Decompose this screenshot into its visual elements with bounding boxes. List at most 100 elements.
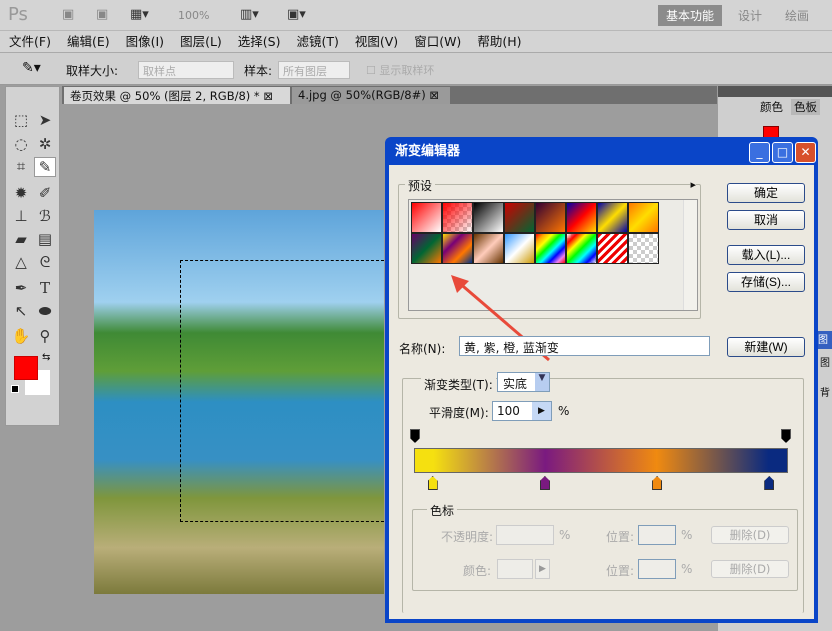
close-icon[interactable]: ⊠ <box>263 89 273 103</box>
menu-select[interactable]: 选择(S) <box>238 34 281 49</box>
gradient-preset-swatch[interactable] <box>535 233 566 264</box>
swap-colors-icon[interactable]: ⇆ <box>42 352 50 363</box>
layer-row[interactable]: 图 <box>820 354 830 369</box>
eraser-tool-icon[interactable]: ▰ <box>10 230 32 250</box>
lasso-tool-icon[interactable]: ◌ <box>10 135 32 155</box>
color-location-input[interactable] <box>638 559 676 579</box>
menu-edit[interactable]: 编辑(E) <box>67 34 110 49</box>
smoothness-label: 平滑度(M): <box>429 406 489 420</box>
gradient-preset-swatch[interactable] <box>411 202 442 233</box>
move-tool-icon[interactable]: ➤ <box>34 111 56 131</box>
workspace-design[interactable]: 设计 <box>738 7 762 24</box>
foreground-color-swatch[interactable] <box>14 356 38 380</box>
gradient-preset-swatch[interactable] <box>442 233 473 264</box>
minimize-icon[interactable]: _ <box>749 142 770 163</box>
cancel-button[interactable]: 取消 <box>727 210 805 230</box>
menu-file[interactable]: 文件(F) <box>9 34 51 49</box>
sample-select[interactable]: 所有图层 <box>278 61 350 79</box>
gradient-tool-icon[interactable]: ▤ <box>34 230 56 250</box>
stamp-tool-icon[interactable]: ⊥ <box>10 207 32 227</box>
load-button[interactable]: 载入(L)... <box>727 245 805 265</box>
gradient-preset-swatch[interactable] <box>566 233 597 264</box>
presets-menu-icon[interactable]: ▸ <box>690 178 696 191</box>
gradient-preset-swatch[interactable] <box>597 202 628 233</box>
gradient-preset-swatch[interactable] <box>504 233 535 264</box>
show-sampling-ring-checkbox[interactable]: ☐ 显示取样环 <box>366 62 434 78</box>
chevron-down-icon[interactable]: ▼ <box>535 373 549 391</box>
save-button[interactable]: 存储(S)... <box>727 272 805 292</box>
brush-tool-icon[interactable]: ✐ <box>34 184 56 204</box>
marquee-tool-icon[interactable]: ⬚ <box>10 111 32 131</box>
gradient-preset-swatch[interactable] <box>597 233 628 264</box>
tab-document-1[interactable]: 卷页效果 @ 50% (图层 2, RGB/8) * ⊠ <box>64 87 290 104</box>
layer-row-selected[interactable]: 图 <box>818 331 832 349</box>
opacity-input[interactable] <box>496 525 554 545</box>
color-location-percent: % <box>681 562 693 576</box>
minibridge-icon[interactable]: ▣ <box>96 7 108 22</box>
gradient-preset-swatch[interactable] <box>566 202 597 233</box>
workspace-essentials[interactable]: 基本功能 <box>658 5 723 26</box>
gradient-preset-swatch[interactable] <box>535 202 566 233</box>
pen-tool-icon[interactable]: ✒ <box>10 279 32 299</box>
tab-swatches[interactable]: 色板 <box>791 99 820 115</box>
gradient-preset-swatch[interactable] <box>473 202 504 233</box>
close-icon[interactable]: ⊠ <box>429 88 439 102</box>
close-dialog-icon[interactable]: ✕ <box>795 142 816 163</box>
layer-row-background[interactable]: 背 <box>820 384 830 399</box>
stop-color-arrow-icon[interactable]: ▶ <box>535 559 550 579</box>
stop-color-swatch[interactable] <box>497 559 533 579</box>
sample-size-value: 取样点 <box>143 65 176 78</box>
eyedropper-preset-icon[interactable]: ✎▾ <box>22 60 41 76</box>
view-extras-icon[interactable]: ▦▾ <box>130 7 149 22</box>
arrange-documents-icon[interactable]: ▥▾ <box>240 7 259 22</box>
healing-brush-icon[interactable]: ✹ <box>10 184 32 204</box>
workspace-painting[interactable]: 绘画 <box>785 7 809 24</box>
smoothness-arrow-icon[interactable]: ▶ <box>532 402 551 420</box>
presets-scrollbar[interactable] <box>683 200 697 310</box>
eyedropper-tool-icon[interactable]: ✎ <box>34 157 56 177</box>
menu-layer[interactable]: 图层(L) <box>180 34 222 49</box>
sample-size-select[interactable]: 取样点 <box>138 61 234 79</box>
crop-tool-icon[interactable]: ⌗ <box>10 157 32 177</box>
menu-filter[interactable]: 滤镜(T) <box>296 34 338 49</box>
dodge-tool-icon[interactable]: ᘓ <box>34 253 56 273</box>
tab-color[interactable]: 颜色 <box>760 99 783 115</box>
magic-wand-icon[interactable]: ✲ <box>34 135 56 155</box>
opacity-location-input[interactable] <box>638 525 676 545</box>
bridge-icon[interactable]: ▣ <box>62 7 74 22</box>
delete-opacity-stop-button[interactable]: 删除(D) <box>711 526 789 544</box>
toolbox: ⬚ ➤ ◌ ✲ ⌗ ✎ ✹ ✐ ⊥ ℬ ▰ ▤ △ ᘓ ✒ T ↖ ⬬ ✋ ⚲ … <box>5 86 60 426</box>
menu-window[interactable]: 窗口(W) <box>414 34 461 49</box>
delete-color-stop-button[interactable]: 删除(D) <box>711 560 789 578</box>
menu-help[interactable]: 帮助(H) <box>477 34 521 49</box>
new-button[interactable]: 新建(W) <box>727 337 805 357</box>
menu-view[interactable]: 视图(V) <box>355 34 398 49</box>
history-brush-icon[interactable]: ℬ <box>34 207 56 227</box>
menu-image[interactable]: 图像(I) <box>126 34 164 49</box>
ok-button[interactable]: 确定 <box>727 183 805 203</box>
zoom-tool-icon[interactable]: ⚲ <box>34 327 56 347</box>
gradient-preset-swatch[interactable] <box>442 202 473 233</box>
name-input[interactable]: 黄, 紫, 橙, 蓝渐变 <box>459 336 710 356</box>
hand-tool-icon[interactable]: ✋ <box>10 327 32 347</box>
gradient-editor-dialog: 渐变编辑器 _ □ ✕ 预设 ▸ 确定 取消 载入(L)... 存储(S)...… <box>385 137 818 623</box>
screen-mode-icon[interactable]: ▣▾ <box>287 7 306 22</box>
maximize-icon[interactable]: □ <box>772 142 793 163</box>
document-tabs: 卷页效果 @ 50% (图层 2, RGB/8) * ⊠ 4.jpg @ 50%… <box>62 86 717 104</box>
blur-tool-icon[interactable]: △ <box>10 253 32 273</box>
gradient-preset-swatch[interactable] <box>504 202 535 233</box>
gradient-preset-swatch[interactable] <box>473 233 504 264</box>
default-colors-icon[interactable] <box>11 385 19 393</box>
smoothness-input[interactable]: 100 ▶ <box>492 401 552 421</box>
gradient-preset-swatch[interactable] <box>628 233 659 264</box>
color-label: 颜色: <box>463 564 492 578</box>
tab-document-2[interactable]: 4.jpg @ 50%(RGB/8#) ⊠ <box>292 87 450 104</box>
gradient-type-select[interactable]: 实底 ▼ <box>497 372 550 392</box>
gradient-bar[interactable] <box>414 448 788 473</box>
gradient-preset-swatch[interactable] <box>411 233 442 264</box>
gradient-preset-swatch[interactable] <box>628 202 659 233</box>
zoom-level[interactable]: 100% <box>178 9 209 22</box>
type-tool-icon[interactable]: T <box>34 279 56 299</box>
path-selection-icon[interactable]: ↖ <box>10 302 32 322</box>
ellipse-tool-icon[interactable]: ⬬ <box>34 302 56 322</box>
